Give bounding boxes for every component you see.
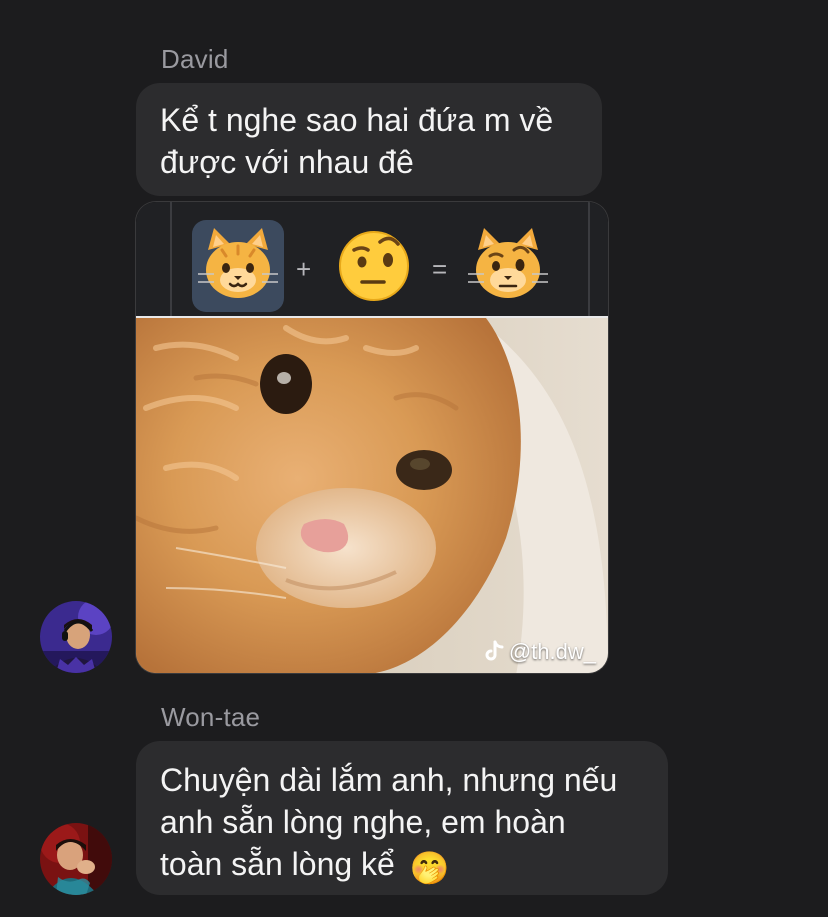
avatar-image [40,823,112,895]
message-text-segment: toàn sẵn lòng kể [160,846,395,882]
sender-name-david: David [161,44,229,74]
plus-sign: + [296,254,312,284]
frame-divider [588,202,590,316]
image-attachment[interactable]: + = @th.dw_ [136,202,608,673]
tiktok-icon [485,640,504,661]
equals-sign: = [432,254,448,284]
avatar-won-tae[interactable] [40,823,112,895]
cat-face-with-raised-eyebrow-emoji [468,228,548,298]
message-text-line: toàn sẵn lòng kể 🤭 [160,843,644,889]
cat-photo: @th.dw_ [136,316,608,673]
frame-divider [170,202,172,316]
face-with-raised-eyebrow-emoji [339,231,409,301]
message-text-line: anh sẵn lòng nghe, em hoàn [160,804,566,840]
message-bubble-david[interactable]: Kể t nghe sao hai đứa m về được với nhau… [136,83,602,196]
message-text-line: được với nhau đê [160,144,414,180]
avatar-image [40,601,112,673]
hand-over-mouth-emoji: 🤭 [409,850,450,886]
watermark-handle: @th.dw_ [508,639,596,664]
orange-cat-image [136,318,608,673]
emoji-slot [328,220,420,312]
emoji-slot [462,220,554,312]
avatar-david[interactable] [40,601,112,673]
cat-face-emoji [198,228,278,298]
sender-name-won-tae: Won-tae [161,702,261,732]
message-text-line: Chuyện dài lắm anh, nhưng nếu [160,762,618,798]
emoji-equation-strip: + = [136,202,608,316]
message-bubble-won-tae[interactable]: Chuyện dài lắm anh, nhưng nếu anh sẵn lò… [136,741,668,895]
tiktok-watermark: @th.dw_ [483,639,596,665]
message-text-line: Kể t nghe sao hai đứa m về [160,102,554,138]
emoji-slot-selected [192,220,284,312]
